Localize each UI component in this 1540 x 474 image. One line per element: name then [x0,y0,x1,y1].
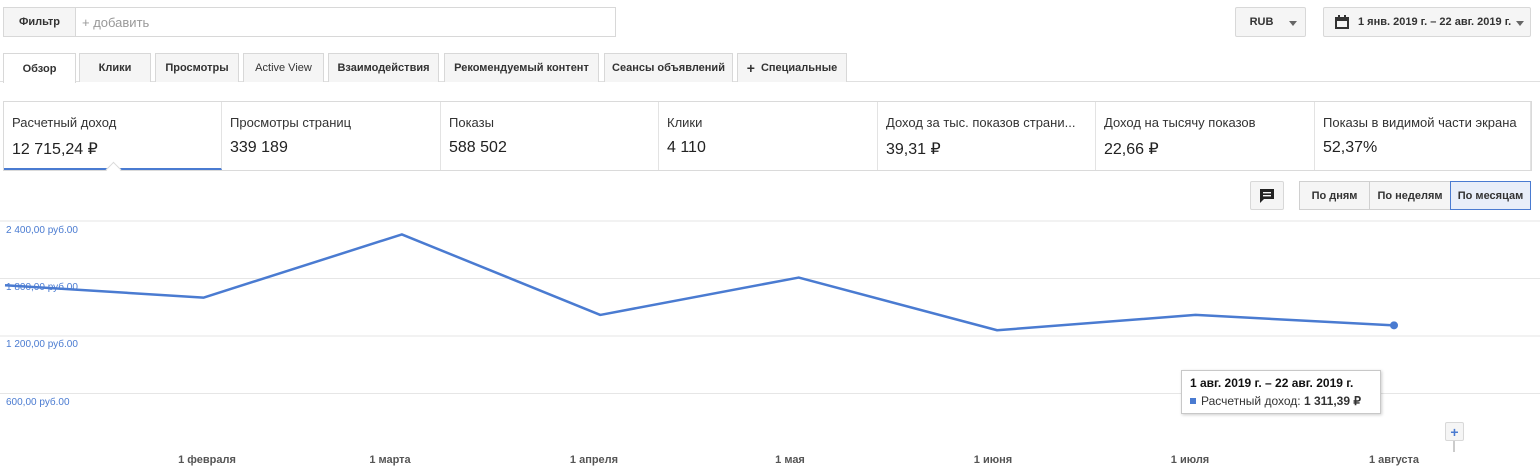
metrics-row: Расчетный доход 12 715,24 ₽ Просмотры ст… [3,101,1532,178]
metric-label: Просмотры страниц [230,115,352,130]
add-annotation-button[interactable]: + [1445,422,1464,441]
tab-recommended-content[interactable]: Рекомендуемый контент [444,53,599,82]
data-point[interactable] [1390,321,1398,330]
series-line [4,233,1395,332]
x-tick-label: 1 марта [369,454,411,466]
y-tick-label: 600,00 руб.00 [6,397,70,408]
metric-page-rpm[interactable]: Доход за тыс. показов страни... 39,31 ₽ [878,102,1096,170]
plus-icon: + [1450,423,1459,440]
metric-value: 12 715,24 ₽ [12,141,98,158]
tooltip-title: 1 авг. 2019 г. – 22 авг. 2019 г. [1190,376,1354,390]
metric-impressions[interactable]: Показы 588 502 [441,102,659,170]
x-tick-label: 1 февраля [178,454,236,466]
date-range-label: 1 янв. 2019 г. – 22 авг. 2019 г. [1358,16,1512,28]
tab-views[interactable]: Просмотры [155,53,239,82]
comment-icon [1260,188,1274,203]
tab-active-view[interactable]: Active View [243,53,324,82]
date-range-picker[interactable]: 1 янв. 2019 г. – 22 авг. 2019 г. [1323,7,1531,37]
metric-clicks[interactable]: Клики 4 110 [659,102,878,170]
granularity-month-button[interactable]: По месяцам [1450,181,1531,210]
filter-input[interactable]: + добавить [82,15,149,30]
metric-impression-rpm[interactable]: Доход на тысячу показов 22,66 ₽ [1096,102,1315,170]
metric-label: Доход за тыс. показов страни... [886,115,1076,130]
y-tick-label: 1 800,00 руб.00 [6,282,78,293]
granularity-day-button[interactable]: По дням [1299,181,1370,210]
tooltip-value: 1 311,39 ₽ [1303,394,1361,408]
tab-overview[interactable]: Обзор [3,53,76,83]
metric-label: Расчетный доход [12,115,117,130]
y-tick-label: 1 200,00 руб.00 [6,339,78,350]
filter-bar: Фильтр + добавить [3,7,616,37]
metric-label: Клики [667,115,703,130]
y-tick-label: 2 400,00 руб.00 [6,225,78,236]
metric-value: 339 189 [230,139,288,156]
x-tick-label: 1 апреля [569,454,619,466]
calendar-icon [1335,15,1349,29]
metric-estimated-revenue[interactable]: Расчетный доход 12 715,24 ₽ [4,102,222,170]
x-tick-label: 1 мая [775,454,805,466]
chart-tooltip: 1 авг. 2019 г. – 22 авг. 2019 г. Расчетн… [1181,370,1381,414]
tooltip-series-name: Расчетный доход [1201,394,1298,408]
metric-label: Показы в видимой части экрана [1323,115,1517,130]
x-tick-label: 1 июля [1170,454,1210,466]
metric-value: 588 502 [449,139,507,156]
metric-value: 39,31 ₽ [886,141,941,158]
metric-value: 52,37% [1323,139,1378,156]
x-tick-label: 1 июня [973,454,1013,466]
metric-value: 4 110 [667,139,706,156]
tab-interactions[interactable]: Взаимодействия [328,53,439,82]
metric-active-view-viewable[interactable]: Показы в видимой части экрана 52,37% [1315,102,1531,170]
tab-clicks[interactable]: Клики [79,53,151,82]
chevron-down-icon [1516,21,1524,26]
chevron-down-icon [1289,21,1297,26]
currency-select[interactable]: RUB [1235,7,1306,37]
metric-label: Доход на тысячу показов [1104,115,1256,130]
tab-ad-sessions[interactable]: Сеансы объявлений [604,53,733,82]
series-swatch [1190,398,1196,404]
metric-value: 22,66 ₽ [1104,141,1159,158]
annotations-button[interactable] [1250,181,1284,210]
tab-custom[interactable]: + Специальные [737,53,847,82]
tab-custom-label: Специальные [760,62,838,74]
filter-button[interactable]: Фильтр [4,8,76,36]
plus-icon: + [746,60,755,76]
metric-label: Показы [449,115,494,130]
granularity-week-button[interactable]: По неделям [1369,181,1451,210]
metric-page-views[interactable]: Просмотры страниц 339 189 [222,102,441,170]
tooltip-row: Расчетный доход: 1 311,39 ₽ [1190,394,1372,408]
revenue-chart [0,220,1540,452]
currency-label: RUB [1249,16,1274,28]
x-tick-label: 1 августа [1368,454,1420,466]
